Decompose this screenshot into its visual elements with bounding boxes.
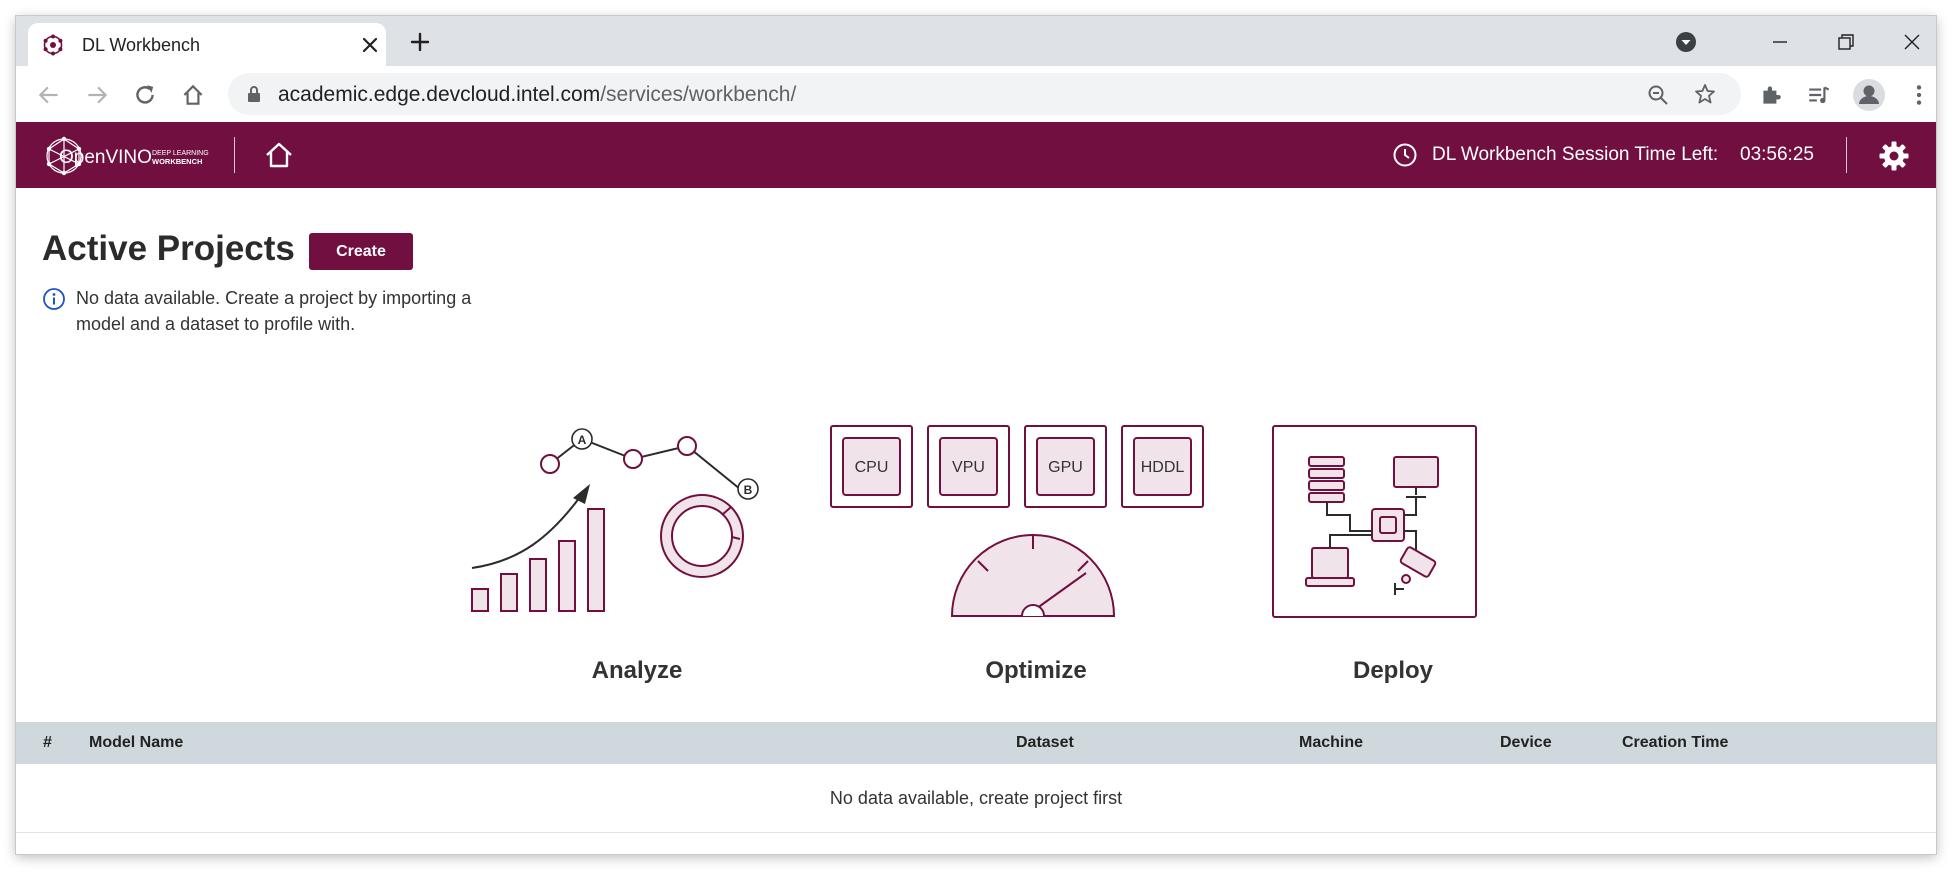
clock-icon	[1393, 143, 1417, 167]
tab-title: DL Workbench	[82, 35, 201, 55]
logo-subtext-1: DEEP LEARNING	[152, 150, 209, 157]
chart-point-b-label: B	[744, 483, 753, 497]
session-time-label: DL Workbench Session Time Left:	[1432, 144, 1719, 165]
table-empty-message: No data available, create project first	[829, 788, 1123, 808]
tab-search-icon[interactable]	[1674, 30, 1698, 54]
device-gpu-label: GPU	[1048, 459, 1083, 476]
device-cpu-label: CPU	[855, 459, 889, 476]
projects-table-header: # Model Name Dataset Machine Device Crea…	[16, 722, 1936, 764]
no-projects-message: No data available. Create a project by i…	[76, 288, 472, 334]
new-tab-icon[interactable]	[408, 30, 432, 54]
address-bar[interactable]: academic.edge.devcloud.intel.com/service…	[228, 73, 1741, 115]
column-header-number[interactable]: #	[43, 734, 52, 752]
chart-point-a-label: A	[578, 433, 587, 447]
restore-icon[interactable]	[1834, 30, 1858, 54]
minimize-icon[interactable]	[1768, 30, 1792, 54]
logo-subtext-2: WORKBENCH	[152, 157, 202, 166]
session-time-value: 03:56:25	[1740, 144, 1814, 165]
home-icon[interactable]	[180, 82, 206, 108]
zoom-out-icon[interactable]	[1646, 83, 1670, 107]
column-header-machine[interactable]: Machine	[1299, 734, 1363, 752]
table-empty-row: No data available, create project first	[16, 764, 1936, 833]
url-host: academic.edge.devcloud.intel.com	[278, 83, 601, 106]
openvino-logo[interactable]: OpenVINO DEEP LEARNING WORKBENCH	[42, 133, 214, 179]
column-header-model-name[interactable]: Model Name	[89, 734, 183, 752]
browser-menu-icon[interactable]	[1906, 82, 1932, 108]
bookmark-star-icon[interactable]	[1693, 82, 1717, 106]
back-icon[interactable]	[36, 82, 62, 108]
analyze-illustration: A B	[471, 428, 759, 612]
info-icon	[43, 288, 65, 310]
browser-window: DL Workbench academic.edge.devcloud.inte…	[16, 16, 1936, 854]
optimize-illustration: CPU VPU GPU HDDL	[830, 425, 1204, 617]
forward-icon[interactable]	[84, 82, 110, 108]
url-path: /services/workbench/	[600, 83, 797, 106]
deploy-illustration	[1272, 425, 1477, 618]
profile-avatar-icon[interactable]	[1852, 78, 1886, 112]
column-header-device[interactable]: Device	[1500, 734, 1552, 752]
page-title: Active Projects	[42, 229, 295, 268]
close-tab-icon[interactable]	[358, 33, 382, 57]
lock-icon	[248, 86, 260, 102]
column-header-creation-time[interactable]: Creation Time	[1622, 734, 1728, 752]
browser-tab[interactable]: DL Workbench	[28, 23, 386, 66]
url-text[interactable]: academic.edge.devcloud.intel.com/service…	[278, 83, 796, 107]
tab-strip: DL Workbench	[16, 16, 1936, 66]
create-project-button[interactable]: Create	[309, 233, 413, 270]
deploy-label: Deploy	[1352, 657, 1434, 684]
openvino-favicon-icon	[43, 34, 63, 56]
app-header: OpenVINO DEEP LEARNING WORKBENCH DL Work…	[16, 122, 1936, 188]
column-header-dataset[interactable]: Dataset	[1016, 734, 1074, 752]
reload-icon[interactable]	[132, 82, 158, 108]
close-window-icon[interactable]	[1900, 30, 1924, 54]
device-vpu-label: VPU	[952, 459, 985, 476]
optimize-label: Optimize	[985, 657, 1087, 684]
logo-text: OpenVINO	[59, 147, 152, 168]
media-control-icon[interactable]	[1806, 82, 1832, 108]
analyze-label: Analyze	[591, 657, 683, 684]
extensions-icon[interactable]	[1758, 82, 1784, 108]
device-hddl-label: HDDL	[1141, 459, 1185, 476]
header-divider	[234, 137, 235, 173]
app-home-icon[interactable]	[264, 141, 294, 169]
header-divider-right	[1846, 137, 1847, 173]
settings-gear-icon[interactable]	[1878, 140, 1910, 172]
browser-toolbar: academic.edge.devcloud.intel.com/service…	[16, 66, 1936, 123]
